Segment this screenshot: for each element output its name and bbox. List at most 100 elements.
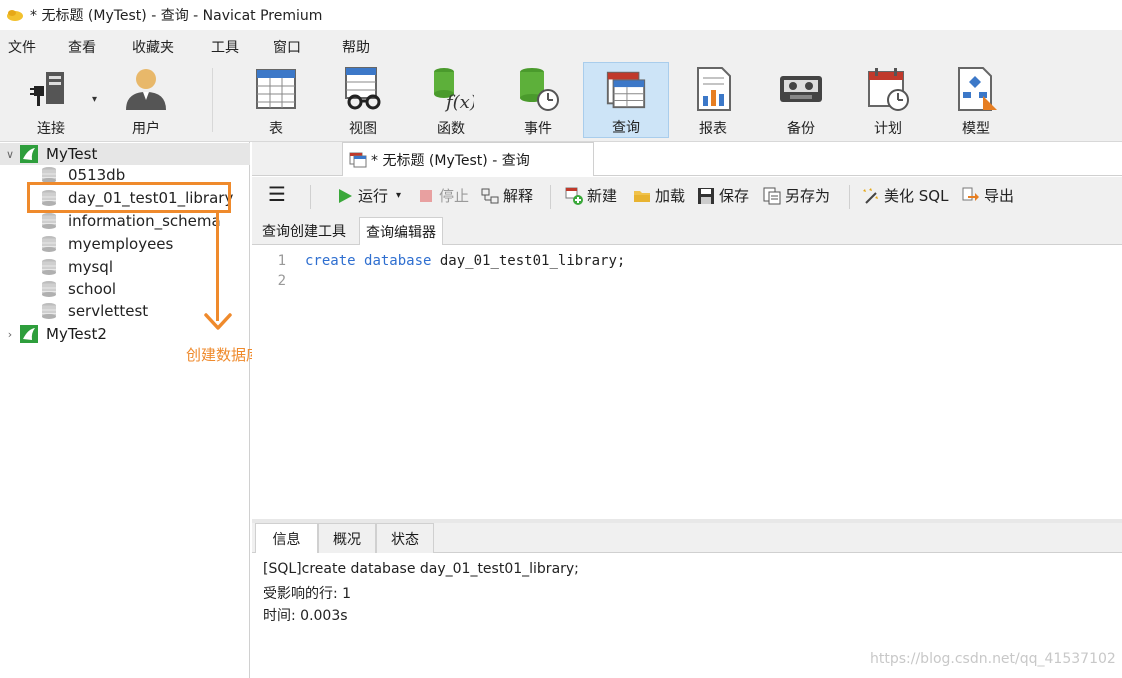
database-label: servlettest <box>68 302 149 320</box>
toolbar-divider <box>849 185 850 209</box>
schedule-label: 计划 <box>874 121 902 137</box>
toolbar-divider <box>212 68 213 132</box>
backup-icon <box>780 76 822 102</box>
connection-label: MyTest2 <box>46 325 107 343</box>
tree-database-item[interactable]: school <box>40 278 116 300</box>
line-number: 2 <box>277 273 286 289</box>
backup-button[interactable]: 备份 <box>758 62 844 138</box>
chevron-right-icon[interactable]: › <box>2 328 18 341</box>
save-button[interactable]: 保存 <box>697 185 749 206</box>
export-button[interactable]: 导出 <box>962 185 1014 206</box>
function-button[interactable]: f(x) 函数 <box>408 62 494 138</box>
user-icon <box>126 69 166 110</box>
tab-message[interactable]: 信息 <box>255 523 318 553</box>
stop-label: 停止 <box>439 187 470 205</box>
view-button[interactable]: 视图 <box>320 62 406 138</box>
event-label: 事件 <box>524 121 552 137</box>
menu-window[interactable]: 窗口 <box>273 37 301 57</box>
magic-wand-icon <box>863 187 878 204</box>
menu-favorites[interactable]: 收藏夹 <box>132 37 174 57</box>
query-button[interactable]: 查询 <box>583 62 669 138</box>
tree-database-item[interactable]: myemployees <box>40 233 173 255</box>
sql-editor[interactable]: 1 create database day_01_test01_library;… <box>252 245 1122 519</box>
tree-database-item[interactable]: servlettest <box>40 300 148 322</box>
save-as-button[interactable]: 另存为 <box>763 185 830 206</box>
chevron-down-icon[interactable]: ▾ <box>396 190 401 201</box>
user-button[interactable]: 用户 <box>103 62 189 138</box>
tab-query-builder[interactable]: 查询创建工具 <box>256 217 352 245</box>
backup-label: 备份 <box>787 121 815 137</box>
toolbar-divider <box>310 185 311 209</box>
database-label: information_schema <box>68 212 221 230</box>
load-label: 加载 <box>655 187 686 205</box>
beautify-sql-label: 美化 SQL <box>884 187 949 205</box>
menu-file[interactable]: 文件 <box>8 37 36 57</box>
run-button[interactable]: 运行 ▾ <box>336 185 401 206</box>
menu-tools[interactable]: 工具 <box>211 37 239 57</box>
tree-connection-mytest[interactable]: ∨ MyTest <box>0 143 250 165</box>
stop-button[interactable]: 停止 <box>417 185 469 206</box>
document-tab-strip: * 无标题 (MyTest) - 查询 <box>252 142 1122 176</box>
table-button[interactable]: 表 <box>233 62 319 138</box>
model-button[interactable]: 模型 <box>933 62 1019 138</box>
tab-strip-filler <box>594 142 1122 176</box>
annotation-line <box>216 213 219 321</box>
sql-keyword: create <box>305 253 356 269</box>
folder-icon <box>634 190 650 202</box>
table-label: 表 <box>269 121 283 137</box>
output-time: 时间: 0.003s <box>263 608 348 624</box>
tab-profile[interactable]: 概况 <box>318 523 376 553</box>
export-icon <box>962 187 979 201</box>
user-label: 用户 <box>132 121 160 137</box>
connection-tree: ∨ MyTest 0513db day_01_test01_library in… <box>0 142 250 678</box>
database-label: school <box>68 280 117 298</box>
tab-status[interactable]: 状态 <box>376 523 434 553</box>
connection-button[interactable]: 连接 <box>8 62 94 138</box>
editor-mode-tabs: 查询创建工具 查询编辑器 <box>252 215 1122 245</box>
database-icon <box>42 236 56 252</box>
mysql-connection-icon <box>20 325 38 343</box>
query-icon <box>349 152 367 167</box>
chevron-down-icon[interactable]: ∨ <box>2 148 18 161</box>
database-label: myemployees <box>68 235 174 253</box>
navicat-logo-icon <box>7 10 23 21</box>
event-button[interactable]: 事件 <box>495 62 581 138</box>
chevron-down-icon[interactable]: ▾ <box>92 94 97 105</box>
hamburger-menu-icon[interactable]: ☰ <box>268 182 286 206</box>
schedule-button[interactable]: 计划 <box>845 62 931 138</box>
save-as-label: 另存为 <box>785 187 831 205</box>
model-label: 模型 <box>962 121 990 137</box>
output-sql-line: [SQL]create database day_01_test01_libra… <box>263 561 579 577</box>
save-icon <box>698 187 714 204</box>
toolbar-divider <box>550 185 551 209</box>
explain-icon <box>481 188 499 203</box>
tab-query-editor[interactable]: 查询编辑器 <box>359 217 443 245</box>
event-icon <box>520 68 559 111</box>
code-text: create database day_01_test01_library; <box>305 253 625 273</box>
main-toolbar: 连接 ▾ 用户 表 视图 f(x) 函数 事件 查询 报表 备份 计划 模型 <box>0 60 1122 142</box>
report-button[interactable]: 报表 <box>670 62 756 138</box>
explain-button[interactable]: 解释 <box>481 185 533 206</box>
sql-identifier: day_01_test01_library; <box>431 253 626 269</box>
connection-icon <box>30 72 64 106</box>
tree-database-item[interactable]: mysql <box>40 256 113 278</box>
database-icon <box>42 303 56 319</box>
save-as-icon <box>763 187 781 204</box>
code-line: 1 create database day_01_test01_library; <box>252 253 626 273</box>
mysql-connection-icon <box>20 145 38 163</box>
beautify-sql-button[interactable]: 美化 SQL <box>862 185 948 206</box>
sql-keyword: database <box>364 253 432 269</box>
query-document-tab[interactable]: * 无标题 (MyTest) - 查询 <box>342 142 594 176</box>
stop-icon <box>420 189 432 202</box>
result-tabs: 信息 概况 状态 <box>252 523 1122 553</box>
load-button[interactable]: 加载 <box>633 185 685 206</box>
schedule-icon <box>868 68 909 111</box>
query-toolbar: ☰ 运行 ▾ 停止 解释 新建 加载 保存 另存为 美化 SQL 导出 <box>252 177 1122 215</box>
menu-help[interactable]: 帮助 <box>342 37 370 57</box>
svg-text:f(x): f(x) <box>444 92 474 112</box>
function-icon: f(x) <box>434 68 474 112</box>
menu-view[interactable]: 查看 <box>68 37 96 57</box>
menu-bar: 文件 查看 收藏夹 工具 窗口 帮助 <box>0 30 1122 60</box>
new-button[interactable]: 新建 <box>565 185 617 206</box>
tree-database-item[interactable]: information_schema <box>40 210 221 232</box>
